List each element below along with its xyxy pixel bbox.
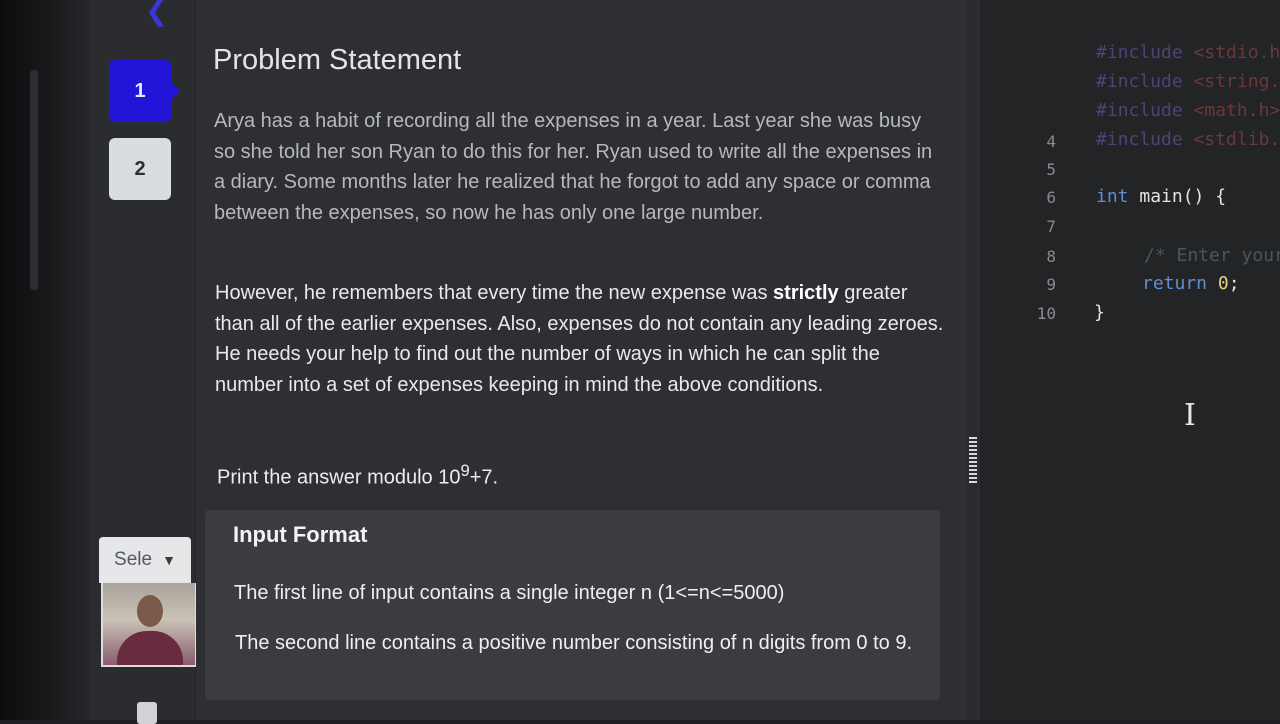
print-tail: +7.: [469, 466, 499, 489]
line-number: 7: [1046, 217, 1056, 236]
chevron-down-icon: ▼: [162, 552, 176, 568]
code-line: #include <string.h>: [1096, 71, 1280, 92]
code-line: }: [1094, 302, 1105, 323]
text-cursor-icon: I: [1184, 398, 1196, 433]
paragraph-2-start: However, he remembers that every time th…: [215, 282, 774, 304]
include-keyword: #include: [1096, 100, 1183, 121]
problem-paragraph-1: Arya has a habit of recording all the ex…: [214, 110, 933, 224]
input-format-line-1: The first line of input contains a singl…: [234, 582, 785, 604]
line-number: 6: [1046, 188, 1056, 207]
webcam-preview: [101, 583, 197, 667]
problem-paragraph-2: However, he remembers that every time th…: [215, 278, 945, 400]
screen-bezel: [0, 0, 90, 720]
closing-brace: }: [1094, 302, 1105, 323]
clipboard-icon[interactable]: [137, 702, 157, 724]
code-line: return 0;: [1142, 273, 1240, 294]
print-text: Print the answer modulo 10: [217, 466, 461, 489]
semicolon: ;: [1228, 273, 1240, 294]
code-line: #include <stdlib.h>: [1096, 129, 1280, 150]
input-format-title: Input Format: [233, 522, 368, 547]
line-number: 5: [1046, 160, 1056, 179]
type-keyword: int: [1096, 186, 1129, 207]
back-arrow-icon[interactable]: ❮: [145, 0, 168, 27]
return-keyword: return: [1142, 273, 1208, 294]
line-number: 4: [1046, 132, 1056, 151]
return-value: 0: [1217, 273, 1229, 294]
panel-divider[interactable]: [966, 0, 980, 720]
problem-title: Problem Statement: [213, 44, 462, 76]
resize-grip-icon[interactable]: [969, 437, 977, 483]
function-signature: main() {: [1128, 186, 1227, 207]
line-number: 9: [1046, 275, 1056, 294]
include-keyword: #include: [1096, 129, 1183, 150]
include-header: <stdio.h>: [1193, 42, 1280, 63]
webcam-person-body: [117, 631, 183, 665]
language-select[interactable]: Sele ▼: [99, 537, 191, 583]
print-exponent: 9: [460, 461, 470, 480]
paragraph-2-emphasis: strictly: [773, 282, 839, 304]
question-2-button[interactable]: 2: [109, 138, 171, 200]
line-number: 10: [1036, 304, 1056, 323]
input-format-line-2: The second line contains a positive numb…: [235, 632, 913, 654]
webcam-person-head: [137, 595, 163, 627]
code-line: #include <stdio.h>: [1096, 42, 1280, 63]
bezel-edge: [30, 70, 38, 290]
language-select-value: Sele: [114, 549, 153, 570]
include-keyword: #include: [1096, 42, 1183, 63]
code-line: #include <math.h>: [1096, 100, 1280, 121]
include-keyword: #include: [1096, 71, 1183, 92]
include-header: <math.h>: [1193, 100, 1280, 121]
print-modulo-text: Print the answer modulo 109+7.: [217, 456, 498, 493]
code-line: /* Enter your: [1144, 245, 1280, 266]
question-1-button[interactable]: 1: [109, 60, 180, 122]
line-number: 8: [1046, 247, 1056, 266]
include-header: <string.h>: [1193, 71, 1280, 92]
code-line: int main() {: [1096, 186, 1226, 207]
code-comment: /* Enter your: [1144, 245, 1280, 266]
include-header: <stdlib.h>: [1193, 129, 1280, 150]
